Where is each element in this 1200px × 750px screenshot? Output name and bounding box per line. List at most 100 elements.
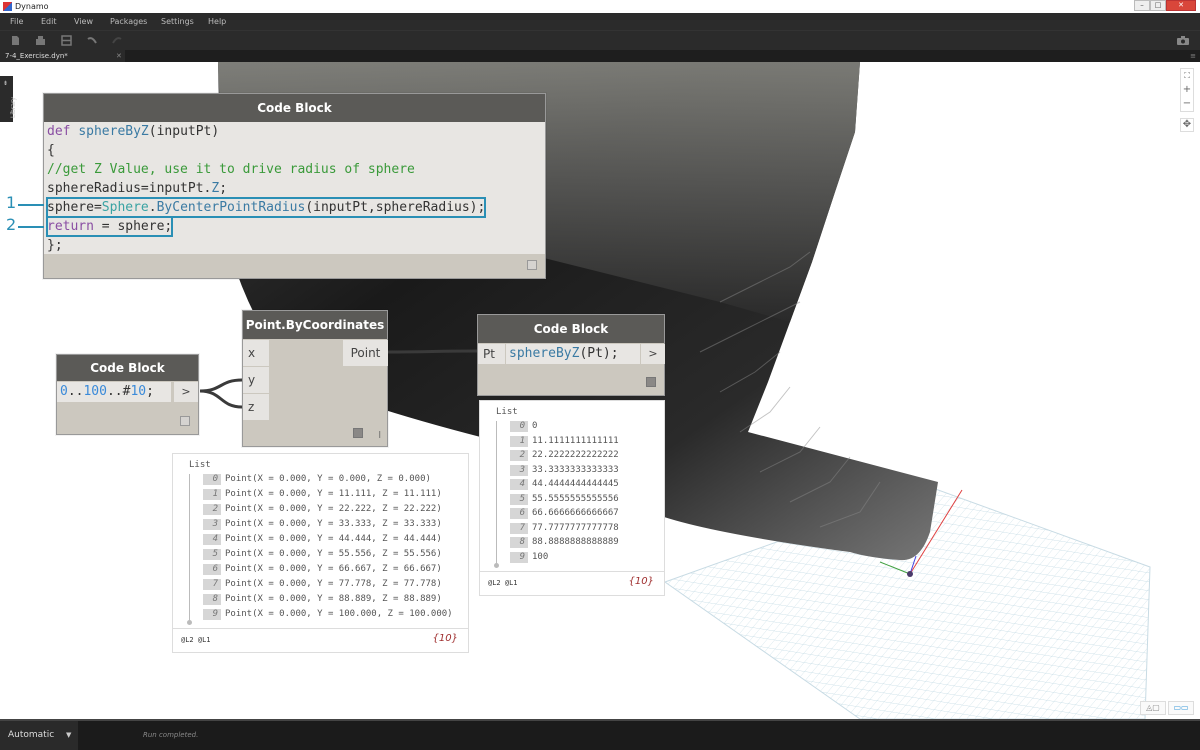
zoom-to-fit-icon[interactable]: ⛶ [1181, 69, 1193, 83]
menu-file[interactable]: File [10, 13, 23, 30]
list-index: 9 [203, 609, 221, 620]
list-levels[interactable]: @L2 @L1 [181, 636, 211, 644]
list-index: 4 [203, 534, 221, 545]
menu-bar: File Edit View Packages Settings Help [0, 13, 1200, 30]
dynamo-logo-icon [3, 2, 12, 11]
code-token: def [47, 124, 71, 139]
view-toggle: ◬▢ ▭▭ [1140, 701, 1194, 715]
preview-toggle-icon[interactable] [180, 416, 190, 426]
zoom-in-icon[interactable]: + [1181, 83, 1193, 97]
open-file-icon[interactable] [35, 35, 46, 46]
list-label: List [189, 460, 211, 470]
tab-label: 7-4_Exercise.dyn* [5, 52, 68, 60]
minimize-button[interactable]: – [1134, 0, 1150, 11]
point-by-coordinates-node[interactable]: Point.ByCoordinates x y z Point l [242, 310, 388, 447]
window-controls: – □ ✕ [1134, 0, 1196, 12]
preview-toggle-icon[interactable] [353, 428, 363, 438]
list-value: Point(X = 0.000, Y = 44.444, Z = 44.444) [225, 534, 442, 544]
list-value: 100 [532, 551, 549, 562]
code-block-call-node[interactable]: Code Block Pt sphereByZ(Pt); > [477, 314, 665, 396]
output-port[interactable]: > [174, 382, 198, 402]
tab-exercise-file[interactable]: 7-4_Exercise.dyn* ✕ [0, 50, 125, 62]
lacing-indicator[interactable]: l [378, 431, 381, 441]
callout-1-line [18, 204, 44, 206]
list-index: 5 [510, 493, 528, 505]
list-value: 66.6666666666667 [532, 508, 619, 518]
callout-1-label: 1 [6, 193, 17, 212]
preview-toggle-icon[interactable] [527, 260, 537, 270]
close-button[interactable]: ✕ [1166, 0, 1196, 11]
geometry-view-button[interactable]: ◬▢ [1140, 701, 1166, 715]
list-item: 9 100 [510, 550, 548, 565]
list-item: 5 55.5555555555556 [510, 492, 619, 507]
save-icon[interactable] [61, 35, 72, 46]
list-item: 3 33.3333333333333 [510, 463, 619, 478]
input-port-z[interactable]: z [243, 394, 269, 420]
input-port-x[interactable]: x [243, 340, 269, 366]
output-port-point[interactable]: Point [343, 340, 388, 366]
code-token: return [47, 219, 94, 234]
output-port[interactable]: > [641, 344, 665, 364]
code-token: .. [67, 384, 84, 399]
code-line: return = sphere; [45, 216, 545, 237]
value-preview-bubble[interactable]: List 0 0 1 11.1111111111111 2 22.222222222222… [479, 400, 665, 596]
new-file-icon[interactable] [10, 35, 21, 46]
redo-icon[interactable] [112, 35, 123, 46]
list-item: 5 Point(X = 0.000, Y = 55.556, Z = 55.556… [203, 547, 442, 562]
node-title: Code Block [57, 355, 198, 381]
list-index: 0 [510, 421, 528, 432]
list-item: 8 Point(X = 0.000, Y = 88.889, Z = 88.889… [203, 592, 442, 607]
maximize-button[interactable]: □ [1150, 0, 1166, 11]
code-block-def-node[interactable]: Code Block def sphereByZ(inputPt) {//get … [43, 93, 546, 279]
code-token: 0 [60, 384, 68, 399]
list-value: 77.7777777777778 [532, 522, 619, 533]
code-editor[interactable]: sphereByZ(Pt); [506, 344, 640, 364]
menu-settings[interactable]: Settings [161, 13, 194, 30]
list-value: Point(X = 0.000, Y = 88.889, Z = 88.889) [225, 594, 442, 604]
preview-footer: @L2 @L1 {10} [480, 571, 664, 595]
tab-close-icon[interactable]: ✕ [116, 50, 122, 62]
list-item: 7 77.7777777777778 [510, 521, 619, 536]
code-token: Sphere [101, 200, 149, 215]
list-value: 0 [532, 421, 538, 431]
input-port-pt[interactable]: Pt [478, 344, 505, 364]
callout-2-label: 2 [6, 215, 17, 234]
list-levels[interactable]: @L2 @L1 [488, 579, 518, 587]
graph-view-button[interactable]: ▭▭ [1168, 701, 1194, 715]
tab-bar: 7-4_Exercise.dyn* ✕ ≡ [0, 50, 1200, 62]
library-toggle[interactable]: ⇟ Library [0, 76, 17, 122]
graph-canvas[interactable]: ⇟ Library ⛶ + − ✥ Code Block def sphereB… [0, 62, 1200, 719]
point-preview-bubble[interactable]: List 0 Point(X = 0.000, Y = 0.000, Z = 0.… [172, 453, 469, 653]
code-token: 10 [130, 384, 147, 399]
run-mode-dropdown[interactable]: Automatic ▼ [0, 721, 78, 750]
code-token: ; [219, 181, 228, 196]
pan-icon[interactable]: ✥ [1180, 118, 1194, 132]
code-block-range-node[interactable]: Code Block 0..100..#10; > [56, 354, 199, 435]
code-token: ; [146, 384, 154, 399]
code-token: sphereByZ [78, 124, 149, 139]
list-item: 2 Point(X = 0.000, Y = 22.222, Z = 22.222… [203, 502, 442, 517]
menu-packages[interactable]: Packages [110, 13, 147, 30]
library-label: Library [10, 97, 17, 118]
camera-icon[interactable] [1176, 35, 1190, 46]
list-count: {10} [628, 576, 654, 587]
zoom-out-icon[interactable]: − [1181, 97, 1193, 111]
list-value: Point(X = 0.000, Y = 22.222, Z = 22.222) [225, 504, 442, 514]
code-token: ..# [106, 384, 131, 399]
menu-help[interactable]: Help [208, 13, 226, 30]
menu-edit[interactable]: Edit [41, 13, 57, 30]
menu-view[interactable]: View [74, 13, 93, 30]
undo-icon[interactable] [86, 35, 97, 46]
code-token: 100 [83, 384, 107, 399]
list-value: Point(X = 0.000, Y = 100.000, Z = 100.00… [225, 609, 453, 619]
tab-menu-icon[interactable]: ≡ [1190, 52, 1196, 60]
code-editor[interactable]: 0..100..#10; [57, 382, 171, 402]
code-editor[interactable]: def sphereByZ(inputPt) {//get Z Value, us… [44, 122, 545, 254]
list-index: 4 [510, 479, 528, 490]
input-port-y[interactable]: y [243, 367, 269, 393]
code-token: { [47, 143, 55, 158]
preview-toggle-icon[interactable] [646, 377, 656, 387]
app-title: Dynamo [15, 2, 49, 11]
list-item: 7 Point(X = 0.000, Y = 77.778, Z = 77.778… [203, 577, 442, 592]
list-value: Point(X = 0.000, Y = 33.333, Z = 33.333) [225, 519, 442, 529]
